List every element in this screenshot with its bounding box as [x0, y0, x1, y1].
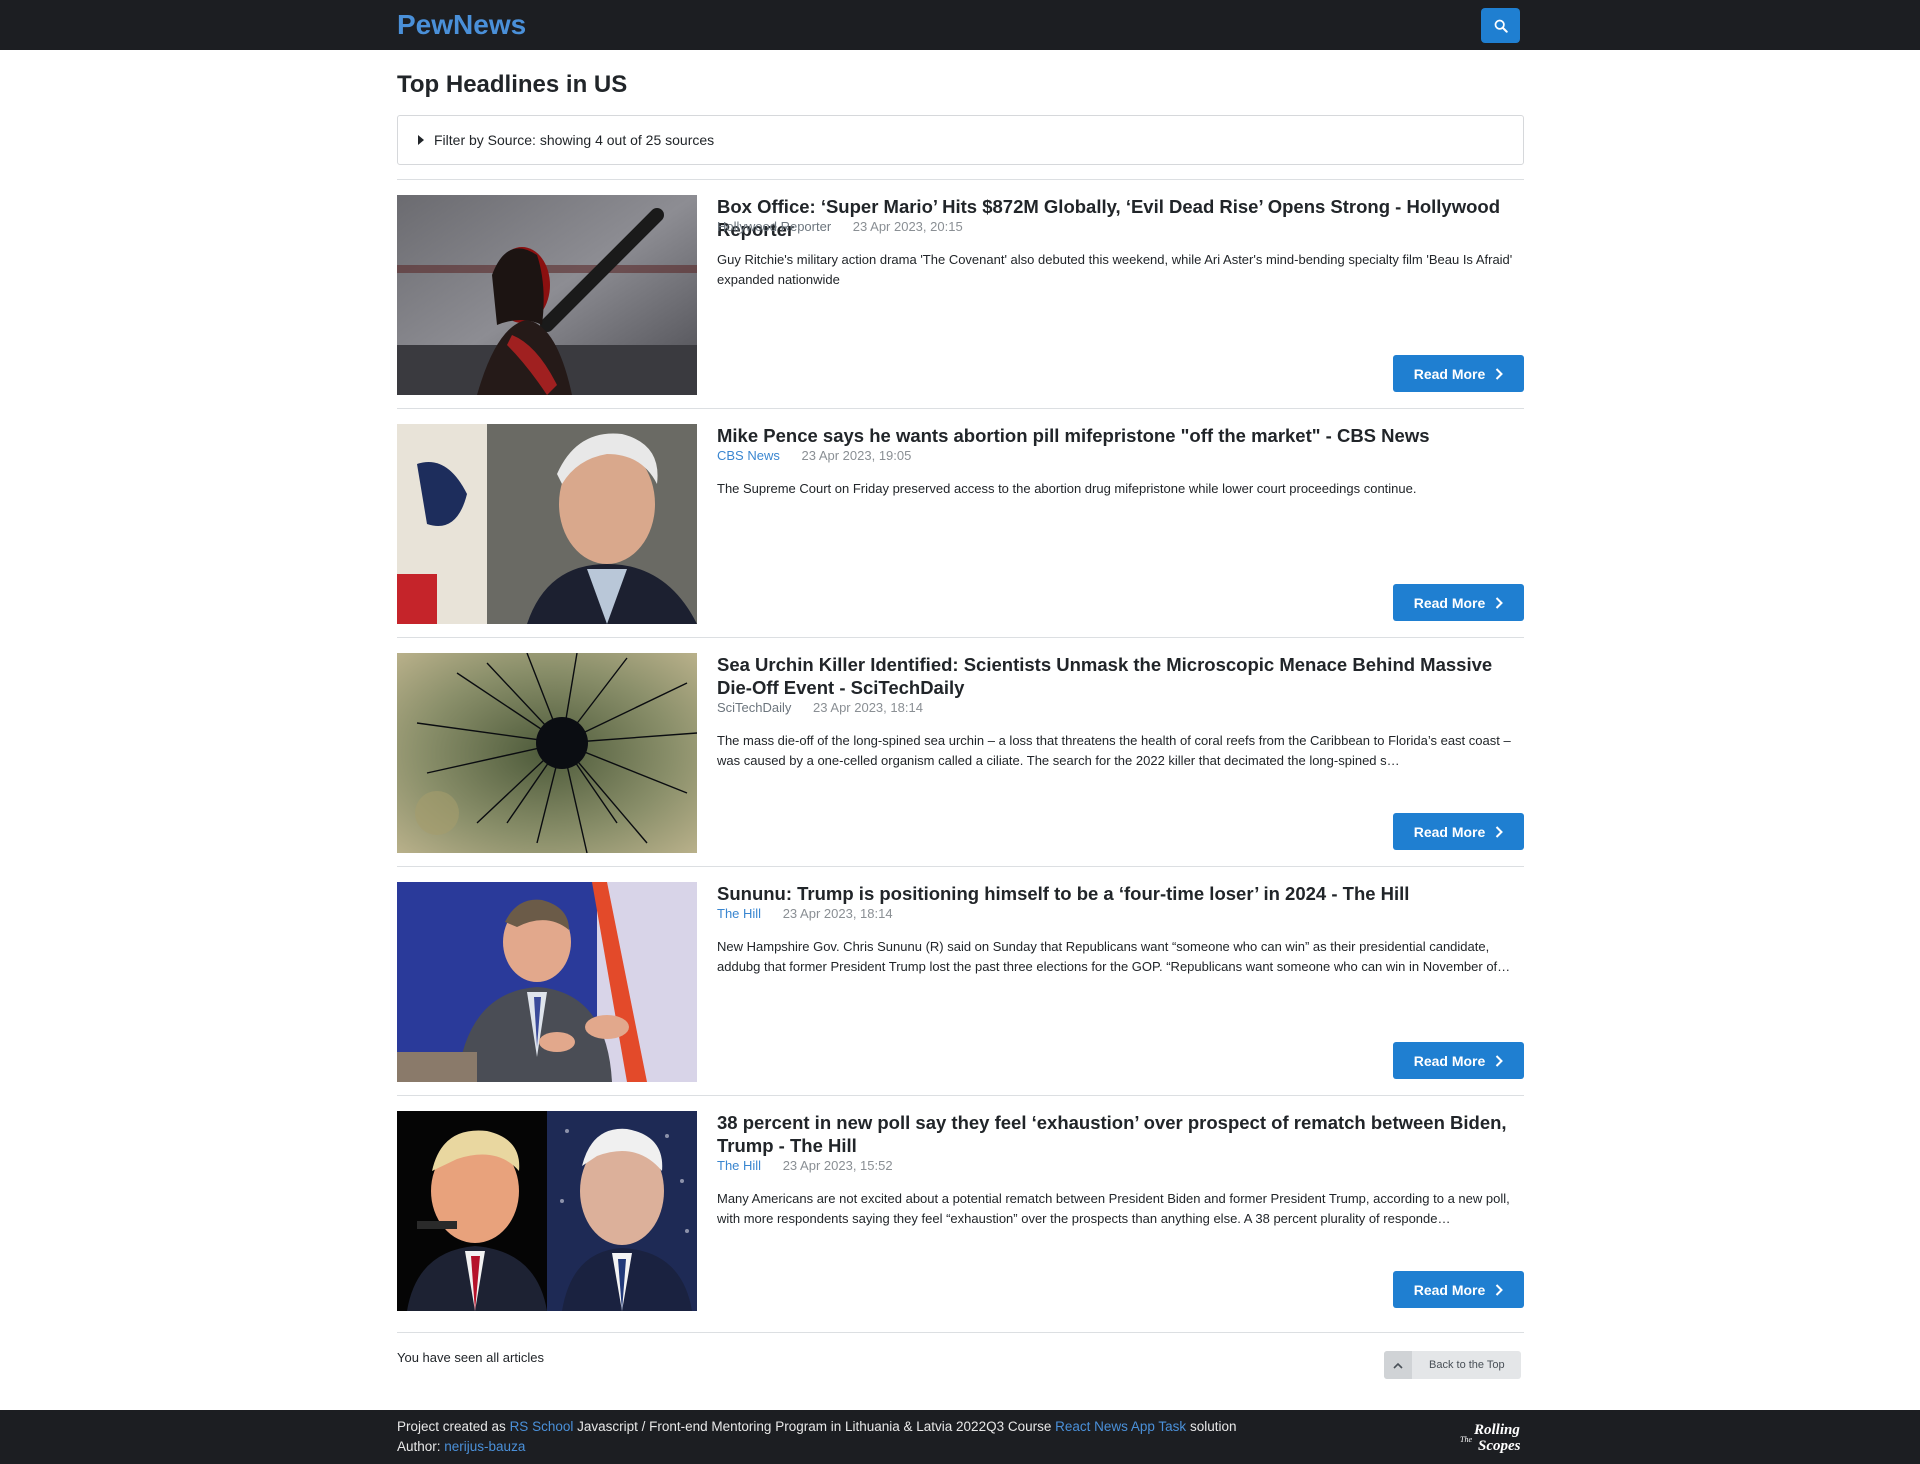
article-source[interactable]: The Hill: [717, 1158, 761, 1173]
svg-text:Scopes: Scopes: [1478, 1438, 1521, 1454]
divider: [397, 408, 1524, 409]
article-title[interactable]: Sea Urchin Killer Identified: Scientists…: [717, 653, 1517, 699]
brand-logo[interactable]: PewNews: [397, 8, 526, 42]
footer-text: Project created as: [397, 1419, 510, 1434]
article-title[interactable]: Mike Pence says he wants abortion pill m…: [717, 424, 1517, 447]
article-card: Box Office: ‘Super Mario’ Hits $872M Glo…: [397, 195, 1524, 395]
article-title[interactable]: 38 percent in new poll say they feel ‘ex…: [717, 1111, 1517, 1157]
article-source: SciTechDaily: [717, 700, 792, 715]
article-date: 23 Apr 2023, 18:14: [813, 700, 923, 715]
chevron-right-icon: [1496, 596, 1504, 609]
divider: [397, 637, 1524, 638]
article-thumbnail[interactable]: [397, 653, 697, 853]
caret-right-icon: [418, 135, 424, 145]
read-more-label: Read More: [1413, 823, 1486, 840]
rs-school-link[interactable]: RS School: [510, 1419, 574, 1434]
source-filter-toggle[interactable]: Filter by Source: showing 4 out of 25 so…: [397, 115, 1524, 165]
article-description: The Supreme Court on Friday preserved ac…: [717, 481, 1417, 496]
article-description: Guy Ritchie's military action drama 'The…: [717, 252, 1513, 287]
footer: Project created as RS School Javascript …: [0, 1410, 1920, 1464]
rolling-scopes-logo-icon: The Rolling Scopes: [1460, 1422, 1521, 1454]
read-more-button[interactable]: Read More: [1393, 355, 1524, 392]
article-card: Sununu: Trump is positioning himself to …: [397, 882, 1524, 1082]
svg-text:Rolling: Rolling: [1473, 1422, 1520, 1438]
chevron-up-icon: [1384, 1351, 1412, 1379]
author-link[interactable]: nerijus-bauza: [444, 1439, 525, 1454]
footer-text: solution: [1186, 1419, 1237, 1434]
footer-author: Author: nerijus-bauza: [397, 1437, 525, 1457]
divider: [397, 1332, 1524, 1333]
article-meta: SciTechDaily 23 Apr 2023, 18:14: [717, 699, 923, 717]
read-more-label: Read More: [1413, 365, 1486, 382]
read-more-label: Read More: [1413, 1281, 1486, 1298]
read-more-button[interactable]: Read More: [1393, 813, 1524, 850]
page-title: Top Headlines in US: [397, 71, 628, 98]
article-meta: The Hill 23 Apr 2023, 18:14: [717, 905, 893, 923]
article-thumbnail[interactable]: [397, 195, 697, 395]
read-more-label: Read More: [1413, 1052, 1486, 1069]
filter-label: Filter by Source: showing 4 out of 25 so…: [434, 132, 715, 148]
article-meta: CBS News 23 Apr 2023, 19:05: [717, 447, 911, 465]
article-date: 23 Apr 2023, 18:14: [782, 906, 893, 921]
article-thumbnail[interactable]: [397, 1111, 697, 1311]
back-to-top-button[interactable]: Back to the Top: [1384, 1351, 1521, 1379]
end-of-list-message: You have seen all articles: [397, 1350, 544, 1365]
search-icon: [1494, 19, 1508, 33]
read-more-label: Read More: [1413, 594, 1486, 611]
search-button[interactable]: [1481, 8, 1520, 43]
top-navbar: PewNews: [0, 0, 1920, 50]
read-more-button[interactable]: Read More: [1393, 1271, 1524, 1308]
article-source: Hollywood Reporter: [717, 219, 832, 234]
chevron-right-icon: [1496, 1054, 1504, 1067]
article-card: Sea Urchin Killer Identified: Scientists…: [397, 653, 1524, 853]
article-date: 23 Apr 2023, 19:05: [801, 448, 912, 463]
article-title[interactable]: Sununu: Trump is positioning himself to …: [717, 882, 1517, 905]
article-description: Many Americans are not excited about a p…: [717, 1191, 1510, 1226]
article-date: 23 Apr 2023, 20:15: [852, 219, 963, 234]
chevron-right-icon: [1496, 825, 1504, 838]
article-description: New Hampshire Gov. Chris Sununu (R) said…: [717, 939, 1511, 974]
divider: [397, 1095, 1524, 1096]
article-meta: The Hill 23 Apr 2023, 15:52: [717, 1157, 893, 1175]
article-thumbnail[interactable]: [397, 882, 697, 1082]
task-link[interactable]: React News App Task: [1055, 1419, 1186, 1434]
back-to-top-label: Back to the Top: [1429, 1359, 1505, 1371]
article-source[interactable]: CBS News: [717, 448, 780, 463]
article-description: The mass die-off of the long-spined sea …: [717, 733, 1511, 768]
read-more-button[interactable]: Read More: [1393, 1042, 1524, 1079]
rolling-scopes-logo[interactable]: The Rolling Scopes: [1460, 1417, 1522, 1457]
article-meta: Hollywood Reporter 23 Apr 2023, 20:15: [717, 218, 963, 236]
chevron-right-icon: [1496, 1283, 1504, 1296]
author-label: Author:: [397, 1439, 445, 1454]
article-source[interactable]: The Hill: [717, 906, 761, 921]
article-date: 23 Apr 2023, 15:52: [782, 1158, 893, 1173]
divider: [397, 179, 1524, 180]
footer-credits: Project created as RS School Javascript …: [397, 1417, 1236, 1437]
article-card: 38 percent in new poll say they feel ‘ex…: [397, 1111, 1524, 1311]
read-more-button[interactable]: Read More: [1393, 584, 1524, 621]
svg-text:The: The: [1460, 1435, 1472, 1444]
footer-text: Javascript / Front-end Mentoring Program…: [573, 1419, 1056, 1434]
article-card: Mike Pence says he wants abortion pill m…: [397, 424, 1524, 624]
article-thumbnail[interactable]: [397, 424, 697, 624]
divider: [397, 866, 1524, 867]
chevron-right-icon: [1496, 367, 1504, 380]
